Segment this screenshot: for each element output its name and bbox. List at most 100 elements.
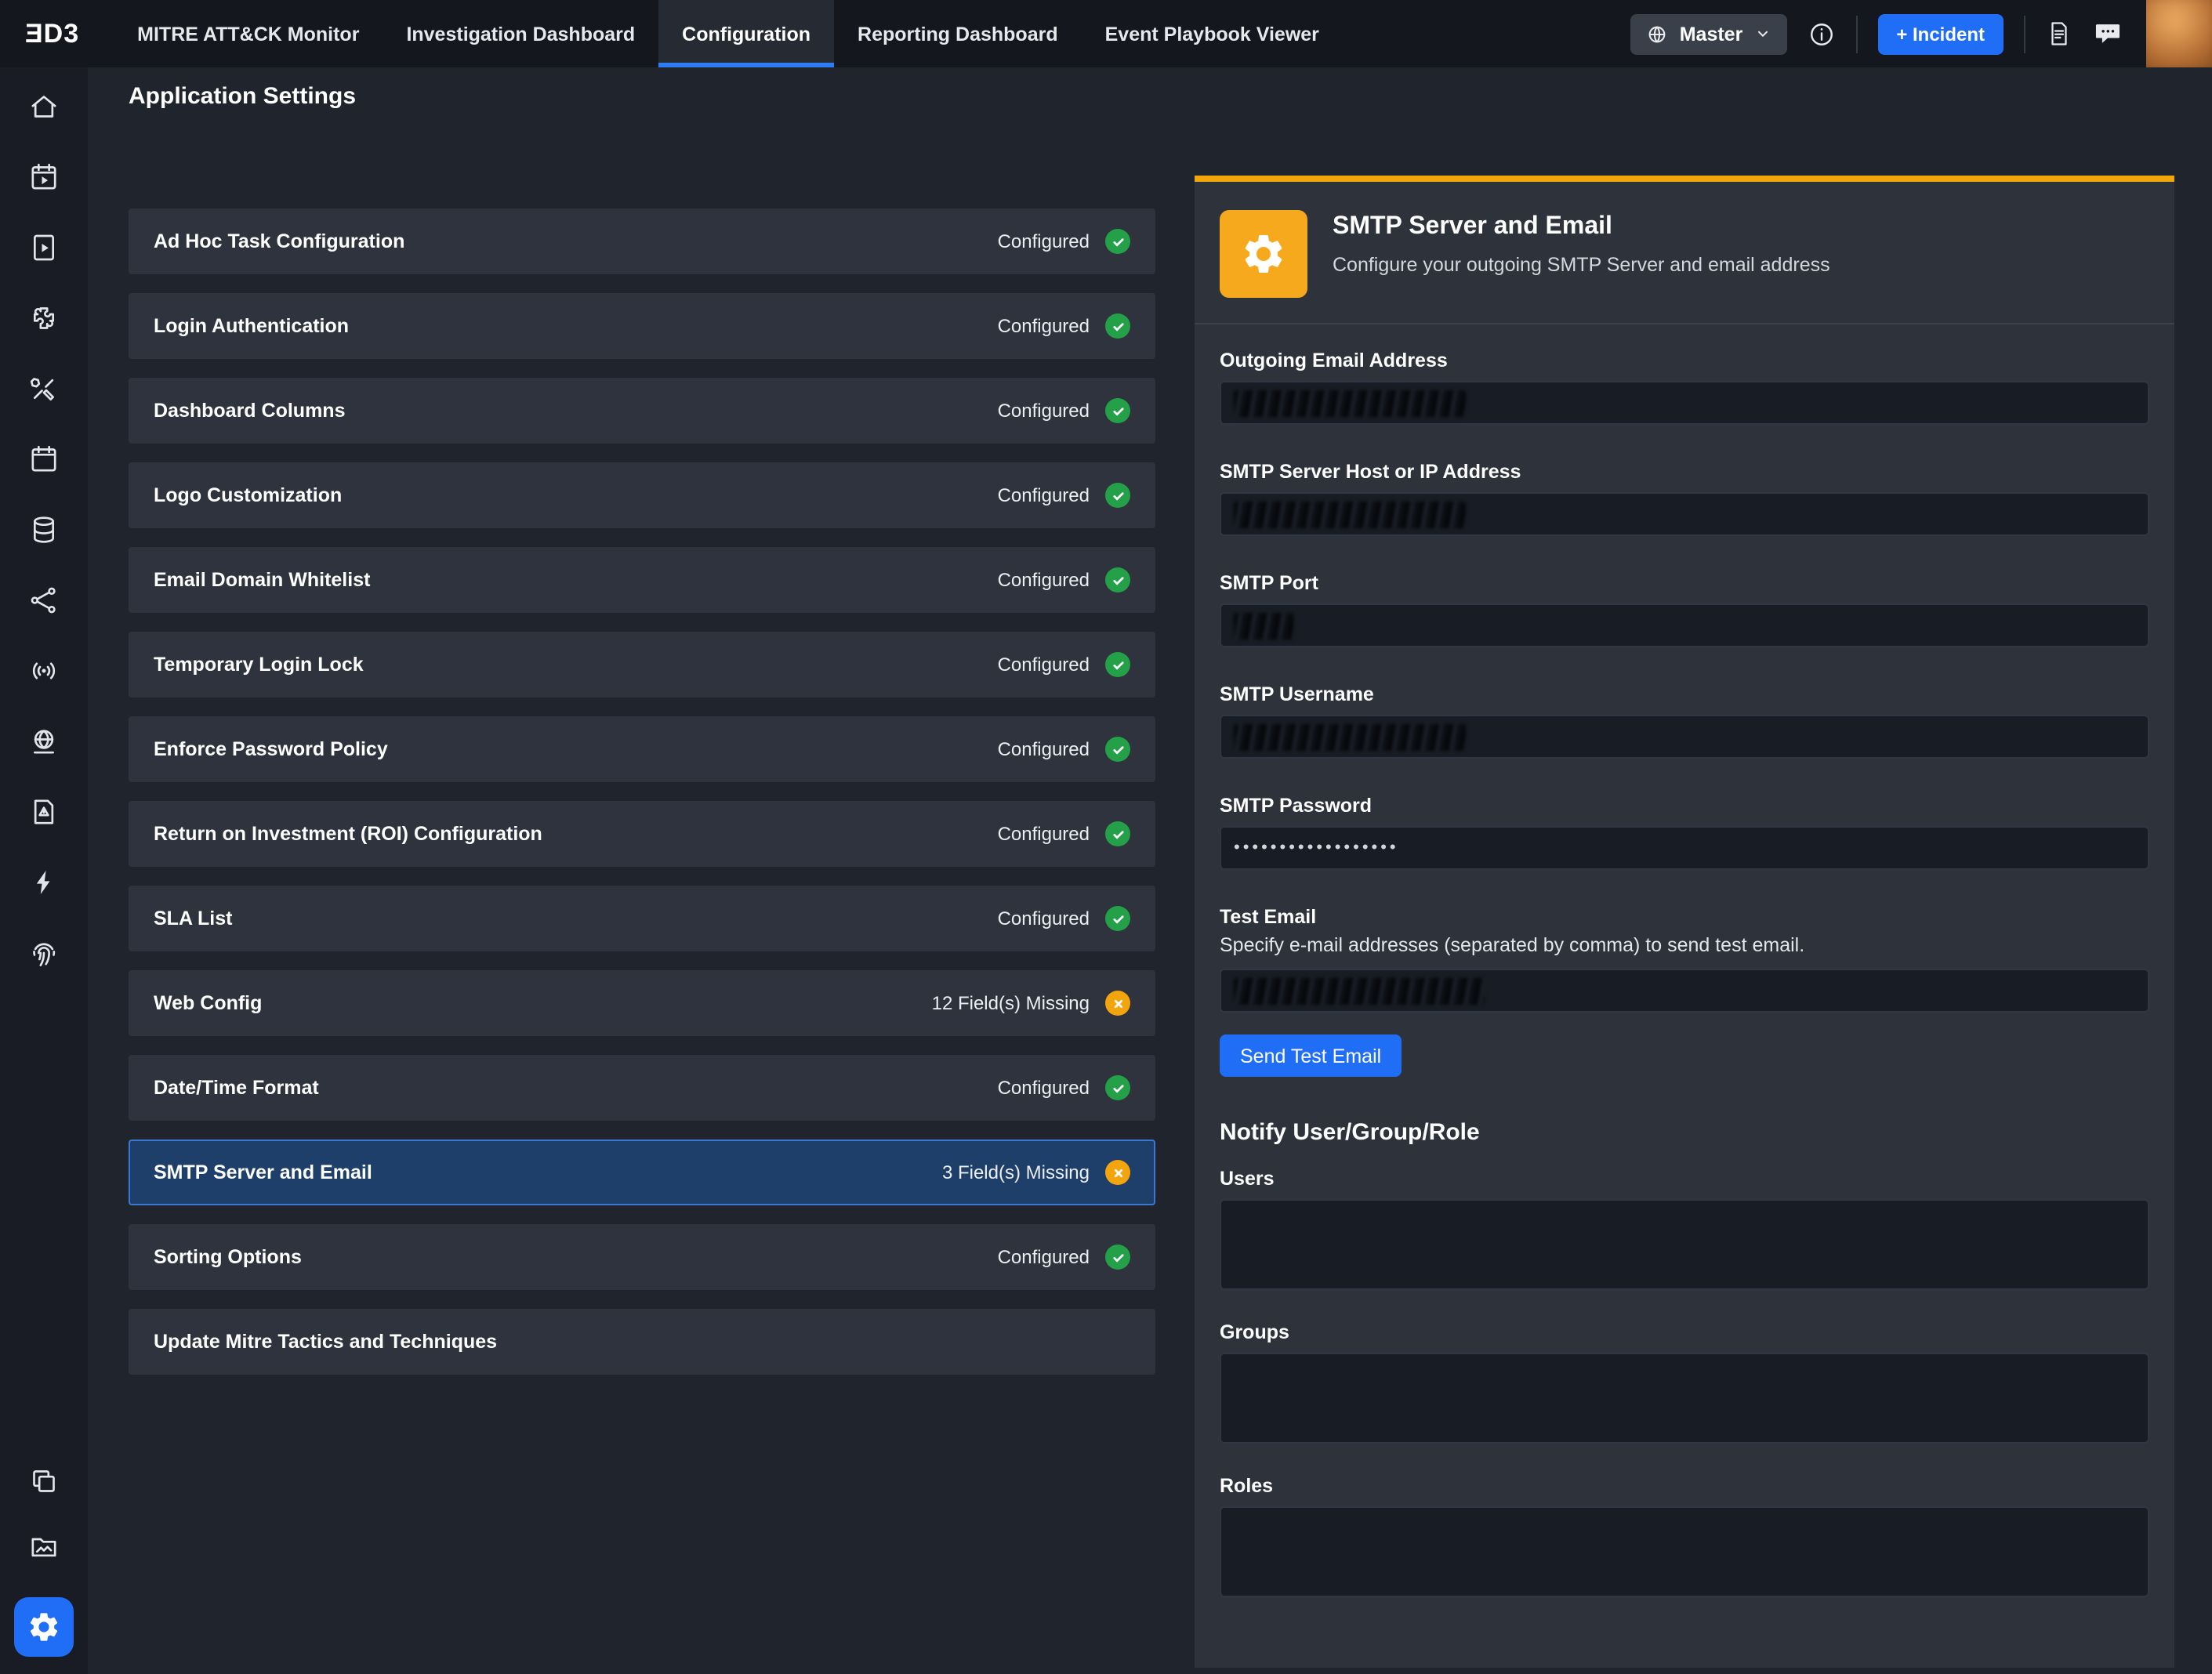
document-icon[interactable] — [2046, 20, 2072, 47]
configured-check-icon — [1105, 906, 1130, 931]
new-incident-button[interactable]: + Incident — [1877, 13, 2003, 54]
test-email-help-text: Specify e-mail addresses (separated by c… — [1220, 934, 2149, 956]
avatar[interactable] — [2146, 0, 2212, 67]
setting-status-text: Configured — [998, 1077, 1090, 1099]
copy-icon[interactable] — [28, 1466, 60, 1497]
tools-icon[interactable] — [28, 373, 60, 404]
setting-item-enforce-password-policy[interactable]: Enforce Password Policy Configured — [129, 716, 1155, 782]
setting-item-return-on-investment-roi-configuration[interactable]: Return on Investment (ROI) Configuration… — [129, 801, 1155, 867]
nav-tab-event-playbook-viewer[interactable]: Event Playbook Viewer — [1082, 0, 1343, 67]
configured-check-icon — [1105, 1075, 1130, 1100]
setting-status-group: Configured — [998, 737, 1130, 762]
puzzle-icon[interactable] — [28, 303, 60, 334]
setting-label: SLA List — [154, 908, 232, 929]
test-email-input[interactable] — [1220, 969, 2149, 1013]
doc-alert-icon[interactable] — [28, 796, 60, 828]
globe-icon — [1647, 23, 1669, 45]
configured-check-icon — [1105, 313, 1130, 339]
redacted-value — [1234, 977, 1485, 1004]
setting-item-login-authentication[interactable]: Login AuthenticationConfigured — [129, 293, 1155, 359]
send-test-email-button[interactable]: Send Test Email — [1220, 1034, 1402, 1077]
field-label-outgoing-email-address: Outgoing Email Address — [1220, 350, 2149, 371]
tenant-selector[interactable]: Master — [1631, 13, 1787, 54]
smtp-settings-gear-icon — [1220, 210, 1307, 298]
setting-item-web-config[interactable]: Web Config 12 Field(s) Missing — [129, 970, 1155, 1036]
users-label: Users — [1220, 1168, 2149, 1190]
setting-status-text: Configured — [998, 908, 1090, 929]
setting-item-temporary-login-lock[interactable]: Temporary Login Lock Configured — [129, 632, 1155, 698]
navbar-actions: Master + Incident — [1631, 0, 2212, 67]
setting-label: Enforce Password Policy — [154, 738, 388, 760]
nav-tab-investigation-dashboard[interactable]: Investigation Dashboard — [383, 0, 658, 67]
setting-label: Web Config — [154, 992, 262, 1014]
field-label-smtp-server-host-or-ip-address: SMTP Server Host or IP Address — [1220, 461, 2149, 483]
fields-missing-x-icon — [1105, 1160, 1130, 1185]
database-icon[interactable] — [28, 514, 60, 545]
users-select-box[interactable] — [1220, 1199, 2149, 1290]
redacted-value — [1234, 390, 1466, 416]
smtp-username-input[interactable] — [1220, 715, 2149, 759]
configured-check-icon — [1105, 567, 1130, 592]
smtp-server-host-or-ip-address-input[interactable] — [1220, 492, 2149, 536]
smtp-detail-panel: SMTP Server and Email Configure your out… — [1195, 176, 2174, 1668]
bolt-icon[interactable] — [28, 867, 60, 898]
detail-title: SMTP Server and Email — [1333, 213, 1830, 241]
info-icon[interactable] — [1807, 20, 1835, 48]
setting-item-sorting-options[interactable]: Sorting OptionsConfigured — [129, 1224, 1155, 1290]
setting-status-text: Configured — [998, 823, 1090, 845]
globe-line-icon[interactable] — [28, 726, 60, 757]
nav-tab-reporting-dashboard[interactable]: Reporting Dashboard — [834, 0, 1082, 67]
setting-label: SMTP Server and Email — [154, 1161, 372, 1183]
setting-item-logo-customization[interactable]: Logo Customization Configured — [129, 462, 1155, 528]
configured-check-icon — [1105, 229, 1130, 254]
configured-check-icon — [1105, 737, 1130, 762]
detail-header: SMTP Server and Email Configure your out… — [1195, 182, 2174, 323]
setting-label: Logo Customization — [154, 484, 342, 506]
setting-status-group: Configured — [998, 906, 1130, 931]
fingerprint-icon[interactable] — [28, 937, 60, 969]
password-dots: •••••••••••••••••• — [1234, 839, 1399, 857]
configured-check-icon — [1105, 1245, 1130, 1270]
smtp-port-input[interactable] — [1220, 603, 2149, 647]
setting-status-group: Configured — [998, 567, 1130, 592]
setting-label: Ad Hoc Task Configuration — [154, 230, 404, 252]
calendar-icon[interactable] — [28, 444, 60, 475]
nav-tab-configuration[interactable]: Configuration — [658, 0, 834, 67]
home-icon[interactable] — [28, 91, 60, 122]
network-icon[interactable] — [28, 585, 60, 616]
setting-item-update-mitre-tactics-and-techniques[interactable]: Update Mitre Tactics and Techniques — [129, 1309, 1155, 1375]
chat-icon[interactable] — [2093, 19, 2123, 49]
setting-item-email-domain-whitelist[interactable]: Email Domain Whitelist Configured — [129, 547, 1155, 613]
main-content: Application Settings Ad Hoc Task Configu… — [88, 67, 2212, 1674]
video-file-icon[interactable] — [28, 232, 60, 263]
groups-select-box[interactable] — [1220, 1353, 2149, 1444]
setting-item-ad-hoc-task-configuration[interactable]: Ad Hoc Task ConfigurationConfigured — [129, 208, 1155, 274]
calendar-play-icon[interactable] — [28, 161, 60, 193]
outgoing-email-address-input[interactable] — [1220, 381, 2149, 425]
setting-status-group: Configured — [998, 483, 1130, 508]
broadcast-icon[interactable] — [28, 655, 60, 687]
app-logo[interactable]: ƎD3 — [0, 0, 114, 67]
field-label-smtp-username: SMTP Username — [1220, 683, 2149, 705]
redacted-value — [1234, 612, 1293, 639]
detail-header-text: SMTP Server and Email Configure your out… — [1333, 210, 1830, 298]
redacted-value — [1234, 501, 1466, 527]
top-navbar: ƎD3 MITRE ATT&CK MonitorInvestigation Da… — [0, 0, 2212, 67]
setting-label: Date/Time Format — [154, 1077, 319, 1099]
setting-item-sla-list[interactable]: SLA List Configured — [129, 886, 1155, 951]
setting-item-smtp-server-and-email[interactable]: SMTP Server and Email3 Field(s) Missing — [129, 1140, 1155, 1205]
smtp-password-input[interactable]: •••••••••••••••••• — [1220, 826, 2149, 870]
setting-item-date-time-format[interactable]: Date/Time Format Configured — [129, 1055, 1155, 1121]
nav-tab-mitre-att-ck-monitor[interactable]: MITRE ATT&CK Monitor — [114, 0, 383, 67]
setting-item-dashboard-columns[interactable]: Dashboard ColumnsConfigured — [129, 378, 1155, 444]
setting-label: Temporary Login Lock — [154, 654, 364, 676]
setting-label: Email Domain Whitelist — [154, 569, 370, 591]
setting-status-group: Configured — [998, 652, 1130, 677]
folder-media-icon[interactable] — [28, 1531, 60, 1563]
setting-status-text: Configured — [998, 315, 1090, 337]
roles-select-box[interactable] — [1220, 1506, 2149, 1597]
sidebar-top-icons — [28, 91, 60, 969]
settings-gear-icon[interactable] — [14, 1597, 74, 1657]
sidebar — [0, 67, 88, 1674]
setting-status-group: 12 Field(s) Missing — [932, 991, 1130, 1016]
